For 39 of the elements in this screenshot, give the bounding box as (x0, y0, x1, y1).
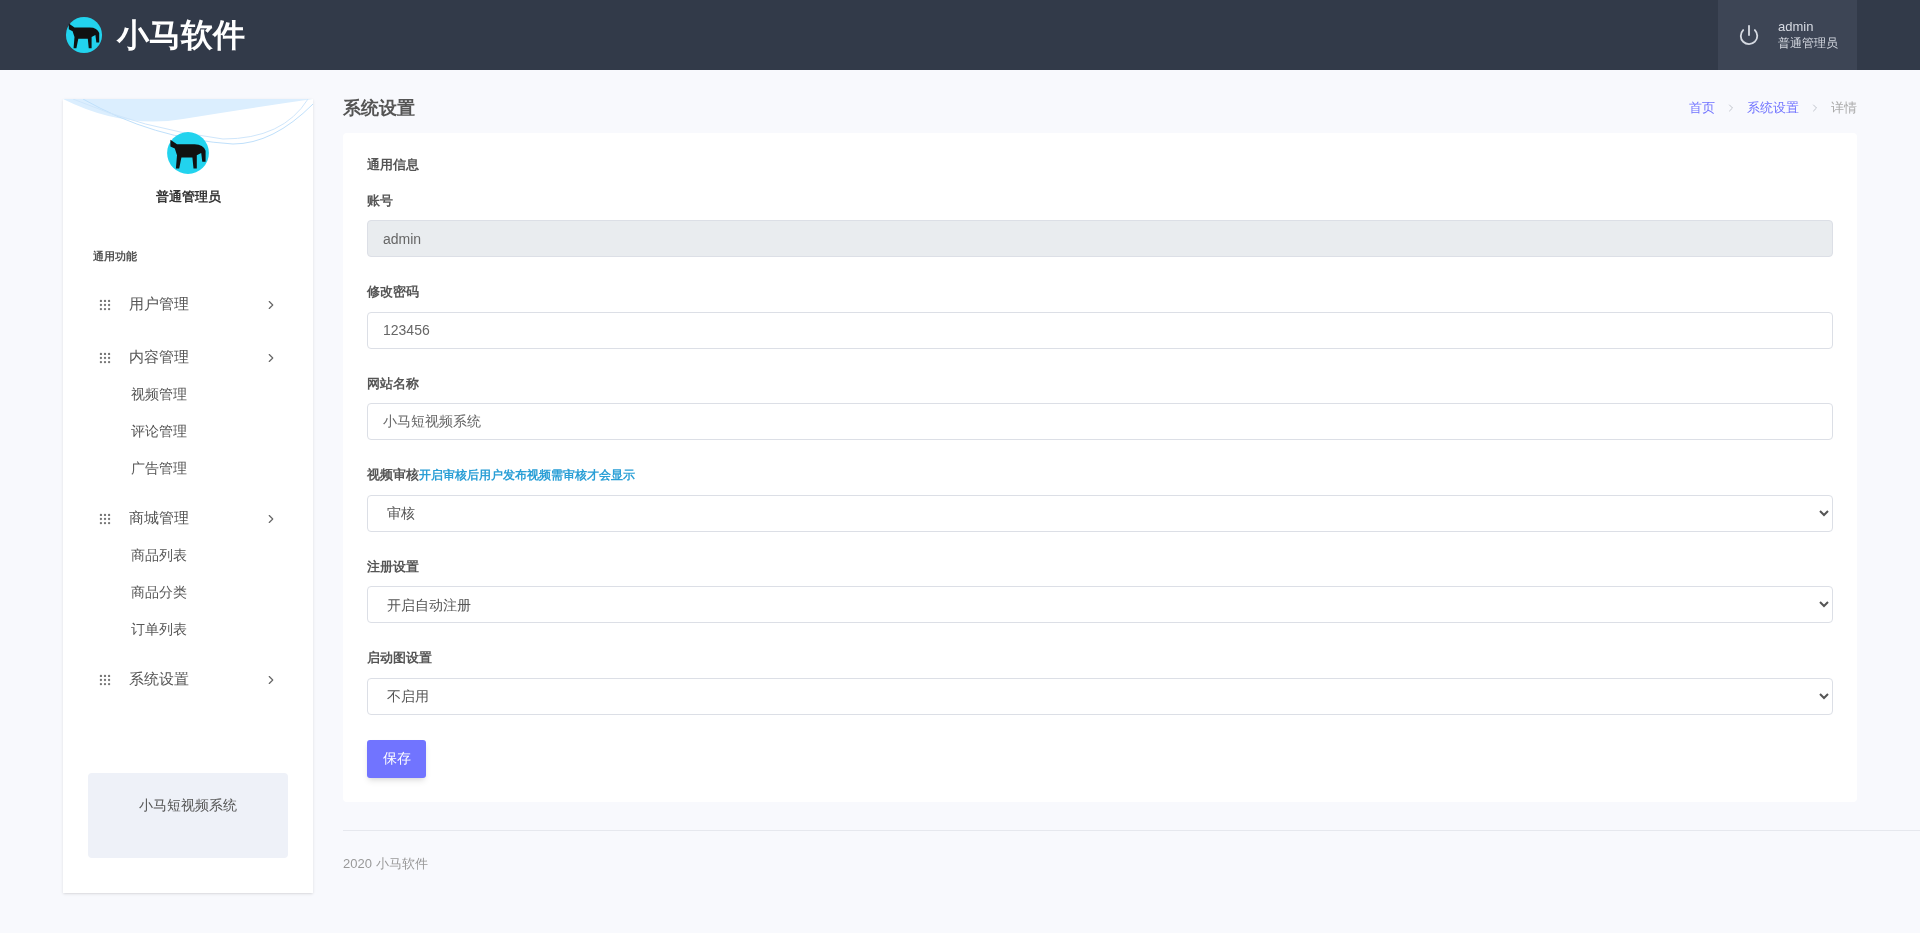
submenu-item[interactable]: 广告管理 (63, 450, 313, 487)
grid-icon (98, 672, 112, 687)
footer-text: 2020 小马软件 (343, 855, 428, 871)
horse-logo-icon (65, 16, 103, 54)
grid-icon (98, 350, 112, 365)
menu-item[interactable]: 用户管理 (63, 278, 313, 331)
field-label: 网站名称 (367, 374, 419, 393)
dropdown-field[interactable]: 不启用 (367, 677, 1833, 715)
power-icon (1738, 24, 1760, 46)
avatar-icon (166, 131, 210, 175)
save-button[interactable]: 保存 (367, 739, 426, 778)
current-page-label: 详情 (1831, 99, 1857, 118)
page-title: 系统设置 (343, 96, 415, 120)
breadcrumb-link[interactable]: 首页 (1689, 98, 1715, 118)
user-role: 普通管理员 (1778, 35, 1838, 51)
section-title: 通用功能 (93, 248, 138, 264)
user-name: admin (1778, 19, 1815, 35)
user-menu[interactable]: admin 普通管理员 (1718, 0, 1857, 70)
input-field[interactable]: 123456 (367, 311, 1833, 349)
field-label: 启动图设置 (367, 649, 432, 667)
brand-name: 小马软件 (117, 16, 245, 55)
system-name-card: 小马短视频系统 (88, 773, 288, 858)
profile-name: 普通管理员 (155, 188, 221, 206)
breadcrumb-link[interactable]: 系统设置 (1747, 98, 1799, 118)
field-label: 注册设置 (367, 557, 419, 576)
grid-icon (98, 511, 112, 526)
dropdown-field[interactable]: 开启自动注册 (367, 586, 1833, 623)
field-hint: 开启审核后用户发布视频需审核才会显示 (419, 467, 635, 484)
submenu-item[interactable]: 订单列表 (63, 611, 313, 648)
field-label: 账号 (367, 191, 393, 210)
field-label: 修改密码 (367, 283, 419, 301)
field-label: 视频审核 (367, 466, 419, 484)
input-field[interactable]: 小马短视频系统 (367, 403, 1833, 440)
section-title: 通用信息 (367, 156, 420, 174)
dropdown-field[interactable]: 审核 (367, 494, 1833, 532)
submenu-item[interactable]: 商品分类 (63, 574, 313, 611)
grid-icon (98, 297, 112, 312)
submenu-item[interactable]: 评论管理 (63, 413, 313, 450)
menu-item[interactable]: 系统设置 (63, 653, 313, 706)
